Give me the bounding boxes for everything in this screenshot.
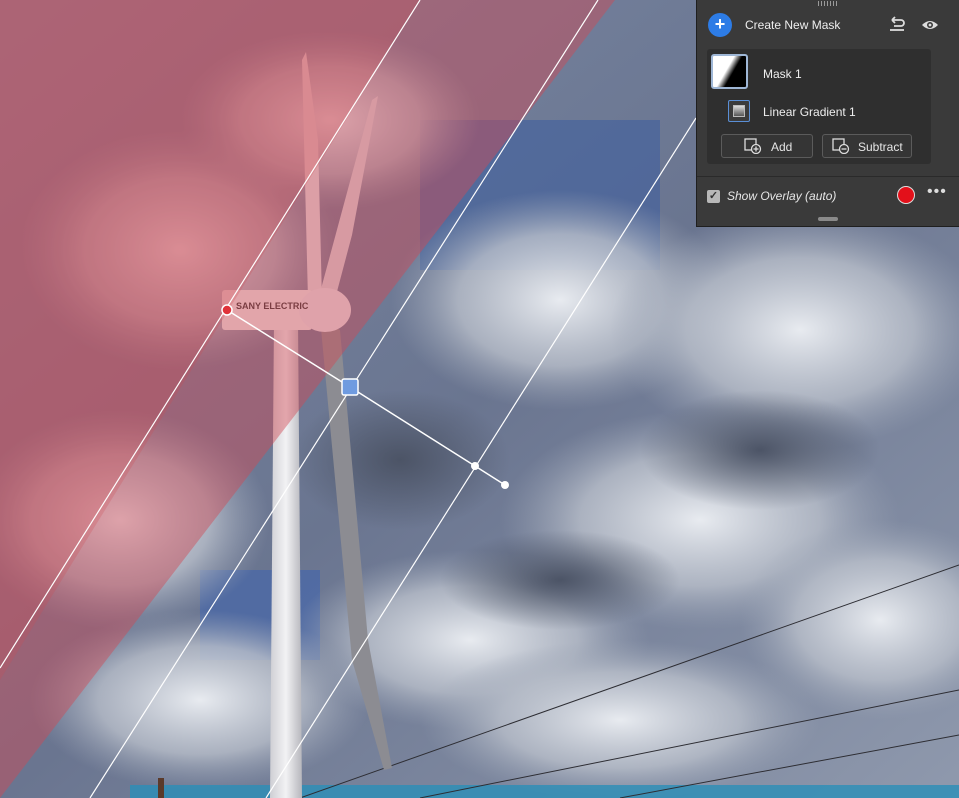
- gradient-axis-end: [349, 386, 476, 467]
- eye-icon[interactable]: [920, 15, 940, 35]
- add-button[interactable]: Add: [721, 134, 813, 158]
- mask-thumbnail[interactable]: [711, 54, 748, 89]
- gradient-rotate-handle[interactable]: [501, 481, 509, 489]
- subtract-button[interactable]: Subtract: [822, 134, 912, 158]
- mask-component-item[interactable]: Linear Gradient 1: [707, 95, 931, 129]
- mask-item[interactable]: Mask 1: [707, 49, 931, 95]
- undo-icon[interactable]: [887, 15, 907, 35]
- overlay-row: ✓ Show Overlay (auto) •••: [697, 176, 959, 215]
- mask-name: Mask 1: [763, 67, 802, 81]
- show-overlay-label: Show Overlay (auto): [727, 189, 837, 203]
- gradient-axis-start: [226, 309, 351, 388]
- subtract-mask-icon: [832, 138, 850, 154]
- gradient-end-handle[interactable]: [471, 462, 479, 470]
- add-mask-icon: [744, 138, 762, 154]
- gradient-rotate-arm: [474, 465, 506, 486]
- panel-header: + Create New Mask: [697, 12, 959, 40]
- ellipsis-icon[interactable]: •••: [927, 184, 947, 205]
- panel-drag-grip[interactable]: [818, 1, 838, 6]
- create-new-mask-button[interactable]: Create New Mask: [745, 18, 840, 32]
- component-name: Linear Gradient 1: [763, 105, 856, 119]
- masks-panel: + Create New Mask Mask 1 Linear Gradient…: [696, 0, 959, 227]
- overlay-color-swatch[interactable]: [897, 186, 915, 204]
- mask-list: Mask 1 Linear Gradient 1 Add Subtract: [707, 49, 931, 164]
- panel-resize-grip[interactable]: [818, 217, 838, 221]
- gradient-start-handle[interactable]: [221, 304, 233, 316]
- add-button-label: Add: [771, 140, 793, 154]
- show-overlay-checkbox[interactable]: ✓: [707, 190, 720, 203]
- linear-gradient-icon: [728, 100, 750, 122]
- gradient-center-handle[interactable]: [341, 378, 359, 396]
- plus-icon[interactable]: +: [708, 13, 732, 37]
- subtract-button-label: Subtract: [858, 140, 903, 154]
